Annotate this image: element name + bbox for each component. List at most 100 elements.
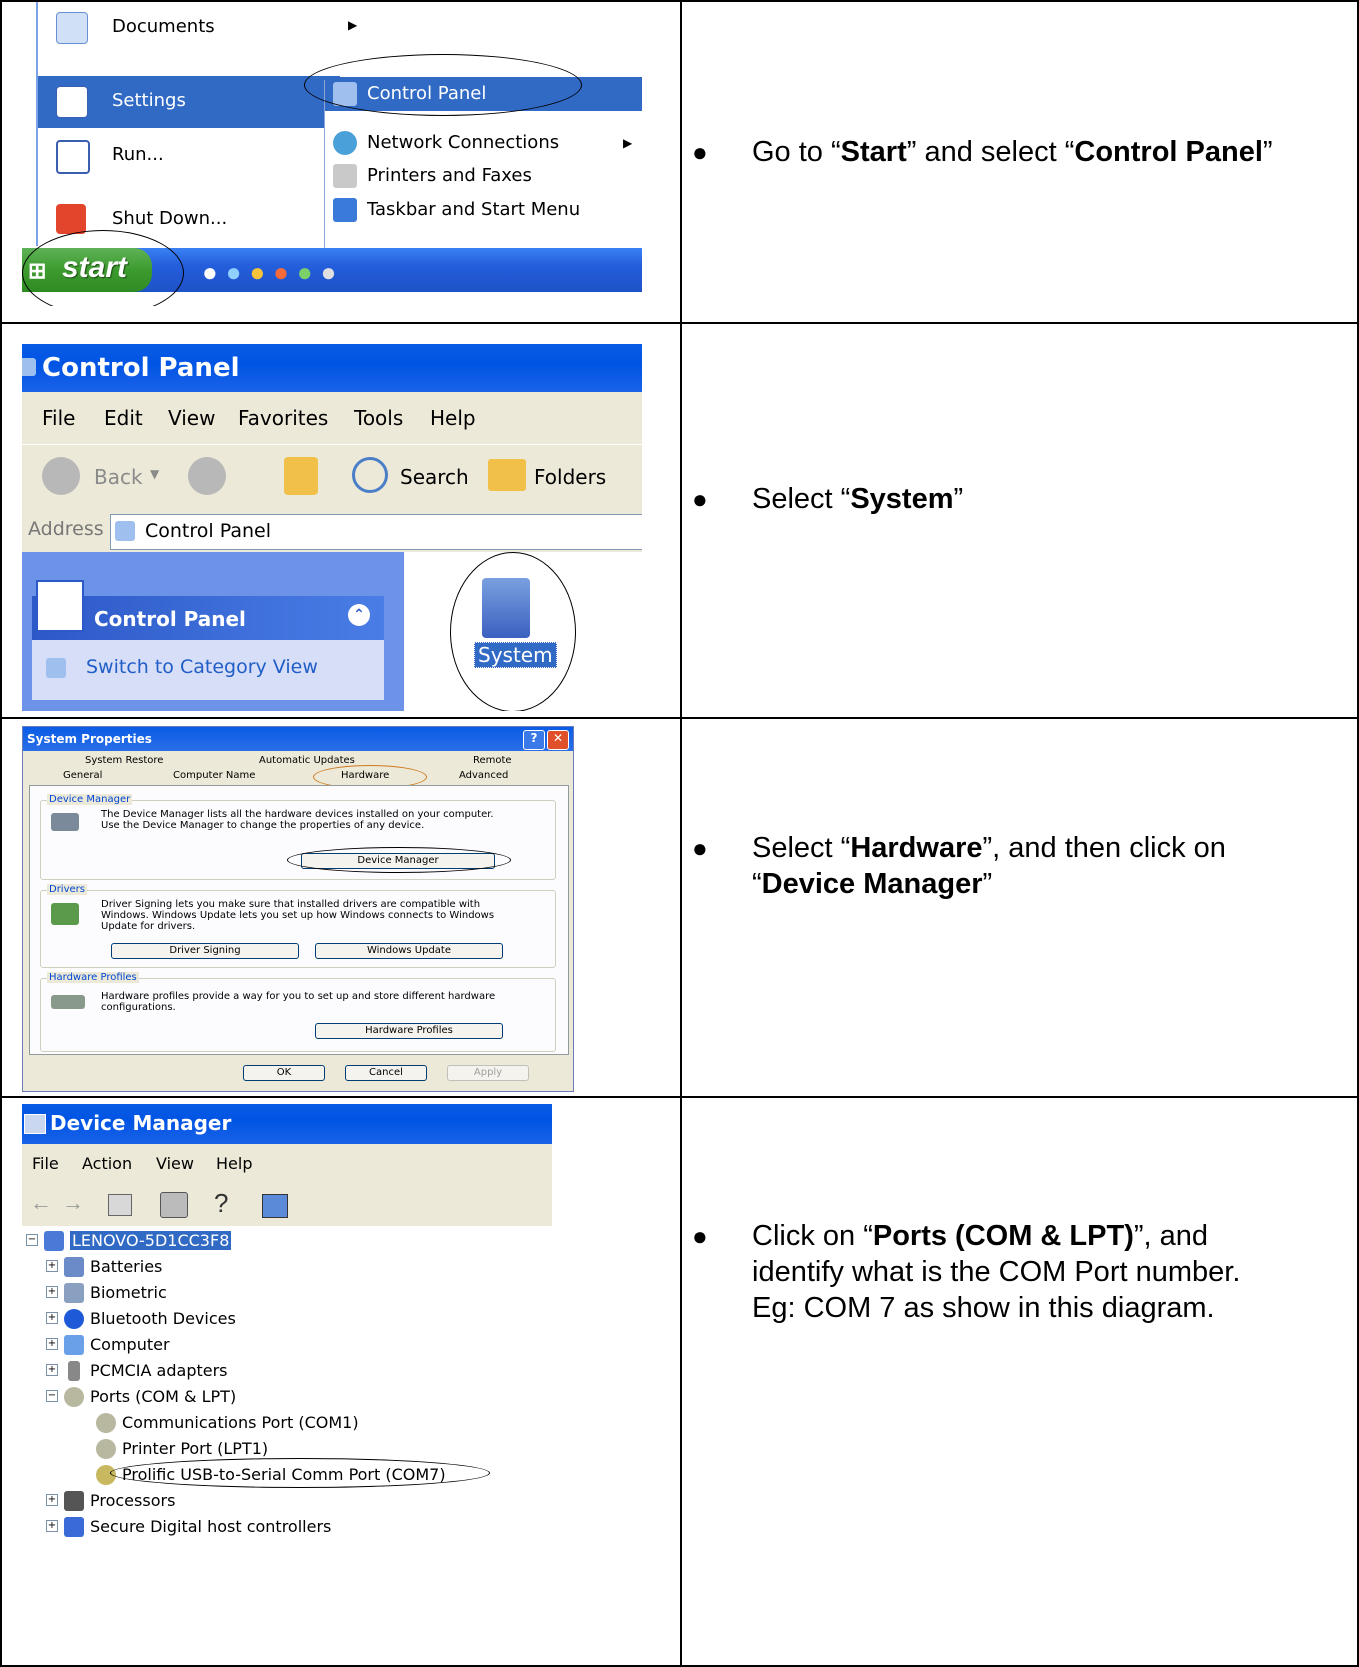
properties-icon[interactable] — [108, 1194, 132, 1216]
text-part: ” — [982, 868, 993, 900]
device-manager-icon — [24, 1114, 46, 1134]
menu-action[interactable]: Action — [82, 1154, 132, 1173]
menu-item-label: Documents — [112, 16, 215, 37]
computer-icon — [64, 1335, 84, 1355]
bullet-icon: ● — [692, 137, 708, 167]
collapse-icon[interactable]: − — [26, 1234, 38, 1246]
quick-launch-icon[interactable]: ● — [249, 257, 273, 287]
hardware-profiles-icon — [51, 995, 85, 1009]
menu-tools[interactable]: Tools — [354, 406, 403, 430]
submenu-arrow-icon: ▶ — [623, 136, 633, 150]
menu-bar: File Edit View Favorites Tools Help — [22, 392, 642, 444]
apply-button[interactable]: Apply — [447, 1065, 529, 1081]
scan-hardware-icon[interactable] — [262, 1194, 288, 1218]
menu-view[interactable]: View — [156, 1154, 194, 1173]
up-folder-icon[interactable] — [284, 457, 318, 495]
menu-item-settings[interactable]: Settings — [38, 76, 340, 128]
quick-launch-icon[interactable]: ● — [202, 257, 226, 287]
menu-edit[interactable]: Edit — [104, 406, 143, 430]
windows-update-button[interactable]: Windows Update — [315, 943, 503, 959]
tree-item-label: Computer — [90, 1335, 170, 1354]
settings-icon — [56, 86, 88, 118]
help-icon[interactable]: ? — [214, 1188, 228, 1219]
expand-icon[interactable]: + — [46, 1494, 58, 1506]
submenu-arrow-icon: ▶ — [348, 18, 358, 32]
instruction-text: Select “System” — [752, 481, 1352, 517]
tabs-row-2: General Computer Name Hardware Advanced — [23, 770, 573, 784]
back-arrow-icon[interactable]: ← — [30, 1190, 52, 1216]
tab-remote[interactable]: Remote — [473, 755, 512, 766]
text-part: ”, and — [1133, 1220, 1209, 1252]
submenu-item-taskbar-and-start-menu[interactable]: Taskbar and Start Menu — [325, 193, 642, 227]
tabs-row-1: System Restore Automatic Updates Remote — [23, 755, 573, 769]
window-titlebar: Control Panel — [22, 344, 642, 392]
collapse-icon[interactable]: ⌃ — [348, 604, 370, 626]
tree-root-label: LENOVO-5D1CC3F8 — [70, 1231, 232, 1250]
window-titlebar: Device Manager — [22, 1104, 552, 1144]
port-icon — [64, 1387, 84, 1407]
submenu-item-printers-and-faxes[interactable]: Printers and Faxes — [325, 159, 642, 193]
address-input[interactable]: Control Panel — [110, 514, 642, 550]
start-menu-screenshot: Documents ▶ Settings Run... Shut Down...… — [22, 2, 642, 306]
bullet-icon: ● — [692, 484, 708, 514]
expand-icon[interactable]: + — [46, 1338, 58, 1350]
quick-launch-icon[interactable]: ● — [297, 257, 321, 287]
quick-launch-icon[interactable]: ● — [273, 257, 297, 287]
submenu-item-label: Printers and Faxes — [367, 165, 532, 186]
quick-launch-icon[interactable]: ● — [226, 257, 250, 287]
table-border — [0, 0, 2, 1667]
menu-item-label: Settings — [112, 90, 186, 111]
port-icon — [96, 1413, 116, 1433]
group-text: Driver Signing lets you make sure that i… — [101, 899, 495, 932]
tab-automatic-updates[interactable]: Automatic Updates — [259, 755, 355, 766]
menu-file[interactable]: File — [42, 406, 75, 430]
category-view-icon — [46, 658, 66, 678]
tree-item-label: Secure Digital host controllers — [90, 1517, 332, 1536]
menu-file[interactable]: File — [32, 1154, 59, 1173]
tab-computer-name[interactable]: Computer Name — [173, 770, 255, 781]
text-part: ” — [1262, 136, 1273, 168]
toolbar: ← → ? — [22, 1184, 552, 1226]
tab-advanced[interactable]: Advanced — [459, 770, 508, 781]
hardware-profiles-button[interactable]: Hardware Profiles — [315, 1023, 503, 1039]
menu-view[interactable]: View — [168, 406, 215, 430]
close-button[interactable]: ✕ — [547, 730, 569, 750]
bold-device-manager: Device Manager — [761, 868, 983, 900]
battery-icon — [64, 1257, 84, 1277]
expand-icon[interactable]: + — [46, 1286, 58, 1298]
device-manager-screenshot: Device Manager File Action View Help ← →… — [22, 1104, 552, 1661]
task-pane-header[interactable]: Control Panel ⌃ — [32, 596, 384, 640]
expand-icon[interactable]: + — [46, 1312, 58, 1324]
highlight-ellipse — [450, 552, 576, 711]
menu-item-run[interactable]: Run... — [38, 130, 348, 182]
help-button[interactable]: ? — [523, 730, 545, 750]
forward-arrow-icon[interactable]: → — [62, 1190, 84, 1216]
expand-icon[interactable]: + — [46, 1364, 58, 1376]
highlight-ellipse — [110, 1458, 490, 1488]
forward-button[interactable] — [188, 457, 226, 495]
expand-icon[interactable]: + — [46, 1520, 58, 1532]
tree-item-label: Biometric — [90, 1283, 167, 1302]
tab-system-restore[interactable]: System Restore — [85, 755, 163, 766]
submenu-item-network-connections[interactable]: Network Connections ▶ — [325, 126, 642, 160]
driver-signing-button[interactable]: Driver Signing — [111, 943, 299, 959]
cancel-button[interactable]: Cancel — [345, 1065, 427, 1081]
menu-item-documents[interactable]: Documents ▶ — [38, 2, 357, 54]
switch-to-category-view-link[interactable]: Switch to Category View — [86, 656, 318, 678]
menu-favorites[interactable]: Favorites — [238, 406, 328, 430]
menu-help[interactable]: Help — [430, 406, 476, 430]
quick-launch-icons[interactable]: ●●●●●● — [202, 257, 344, 288]
printer-icon — [333, 164, 357, 188]
tab-general[interactable]: General — [63, 770, 102, 781]
bold-control-panel: Control Panel — [1074, 136, 1263, 168]
collapse-icon[interactable]: − — [46, 1390, 58, 1402]
instruction-text: Click on “Ports (COM & LPT)”, and identif… — [752, 1218, 1352, 1326]
ok-button[interactable]: OK — [243, 1065, 325, 1081]
control-panel-large-icon — [36, 580, 84, 632]
dropdown-arrow-icon: ▼ — [150, 467, 160, 481]
expand-icon[interactable]: + — [46, 1260, 58, 1272]
menu-help[interactable]: Help — [216, 1154, 252, 1173]
quick-launch-icon[interactable]: ● — [321, 257, 345, 287]
print-icon[interactable] — [160, 1192, 188, 1218]
tree-item-label: Printer Port (LPT1) — [122, 1439, 269, 1458]
